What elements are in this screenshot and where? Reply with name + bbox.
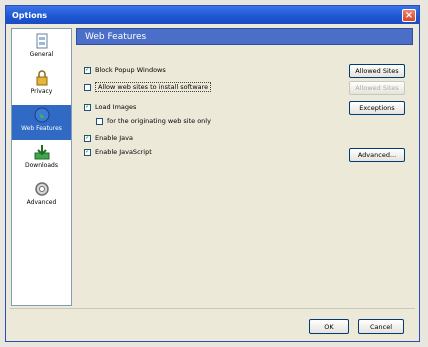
enable-java-checkbox[interactable]: ✓ xyxy=(84,134,91,142)
sidebar-item-label: Advanced xyxy=(26,199,57,206)
install-software-checkbox[interactable] xyxy=(84,83,91,91)
options-dialog: Options × General Privacy Web Features D… xyxy=(5,5,420,342)
allowed-sites-install-button[interactable]: Allowed Sites xyxy=(349,81,405,95)
sidebar-item-advanced[interactable]: Advanced xyxy=(12,179,71,214)
enable-java-option[interactable]: ✓ Enable Java xyxy=(84,134,133,142)
exceptions-button[interactable]: Exceptions xyxy=(349,101,405,115)
footer-divider xyxy=(10,308,415,309)
option-label: Allow web sites to install software xyxy=(95,82,212,92)
sidebar-item-label: Web Features xyxy=(21,125,62,132)
downloads-icon xyxy=(34,145,49,160)
gear-icon xyxy=(34,182,49,196)
sidebar-item-privacy[interactable]: Privacy xyxy=(12,68,71,103)
advanced-javascript-button[interactable]: Advanced... xyxy=(349,148,405,162)
load-images-option[interactable]: ✓ Load Images xyxy=(84,103,136,111)
panel-header: Web Features xyxy=(76,28,413,45)
block-popups-option[interactable]: ✓ Block Popup Windows xyxy=(84,66,166,74)
option-label: Block Popup Windows xyxy=(95,66,166,74)
option-label: Enable Java xyxy=(95,134,133,142)
cancel-button[interactable]: Cancel xyxy=(358,319,404,334)
load-images-checkbox[interactable]: ✓ xyxy=(84,103,91,111)
title-bar[interactable]: Options × xyxy=(6,6,419,24)
sidebar-item-web-features[interactable]: Web Features xyxy=(12,105,71,140)
sidebar-item-label: Privacy xyxy=(30,88,53,95)
close-button[interactable]: × xyxy=(402,8,416,22)
option-label: Enable JavaScript xyxy=(95,148,152,156)
window-title: Options xyxy=(12,10,48,20)
web-features-panel: Web Features ✓ Block Popup Windows Allow… xyxy=(76,28,413,306)
enable-javascript-checkbox[interactable]: ✓ xyxy=(84,148,91,156)
originating-site-checkbox[interactable] xyxy=(96,117,103,125)
enable-javascript-option[interactable]: ✓ Enable JavaScript xyxy=(84,148,152,156)
sidebar-item-label: General xyxy=(29,51,54,58)
sidebar-item-label: Downloads xyxy=(25,162,58,169)
option-label: Load Images xyxy=(95,103,137,111)
category-sidebar: General Privacy Web Features Downloads A… xyxy=(11,28,72,306)
ok-button[interactable]: OK xyxy=(309,319,349,334)
install-software-option[interactable]: Allow web sites to install software xyxy=(84,82,212,92)
general-icon xyxy=(36,33,47,49)
sidebar-item-downloads[interactable]: Downloads xyxy=(12,142,71,177)
lock-icon xyxy=(36,70,47,86)
allowed-sites-button[interactable]: Allowed Sites xyxy=(349,64,405,78)
block-popups-checkbox[interactable]: ✓ xyxy=(84,66,91,74)
option-label: for the originating web site only xyxy=(107,117,211,125)
sidebar-item-general[interactable]: General xyxy=(12,31,71,66)
originating-site-option[interactable]: for the originating web site only xyxy=(96,117,211,125)
globe-icon xyxy=(34,107,49,123)
